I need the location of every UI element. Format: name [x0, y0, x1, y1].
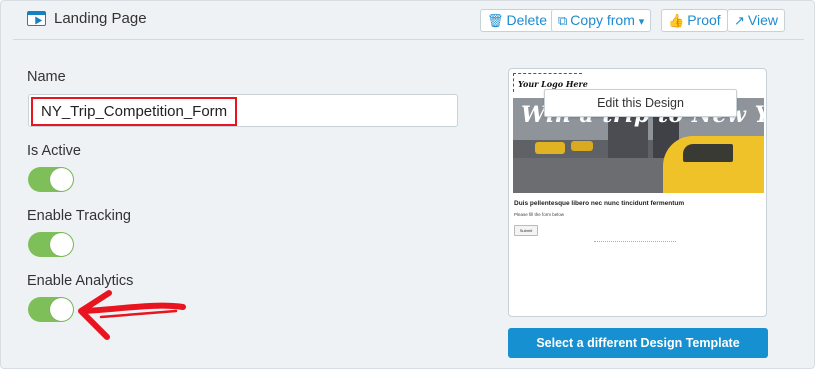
is-active-toggle[interactable]	[28, 167, 74, 192]
enable-tracking-label: Enable Tracking	[27, 208, 131, 224]
select-design-template-button[interactable]: Select a different Design Template	[508, 328, 768, 358]
preview-footer-line	[594, 241, 676, 243]
panel-header: Landing Page 🗑 Delete ⧉ Copy from ▾ 👍 Proof…	[13, 1, 804, 40]
proof-button[interactable]: 👍 Proof	[661, 9, 728, 32]
name-value-highlight: NY_Trip_Competition_Form	[31, 97, 238, 126]
delete-button[interactable]: 🗑 Delete	[480, 9, 554, 32]
enable-analytics-label: Enable Analytics	[27, 273, 134, 289]
preview-logo-text: Your Logo Here	[518, 79, 588, 89]
landing-page-icon	[27, 11, 46, 26]
copy-from-button[interactable]: ⧉ Copy from ▾	[551, 9, 652, 32]
design-preview-card: Your Logo Here Win a trip to New York! E…	[508, 68, 767, 317]
proof-label: Proof	[687, 12, 721, 28]
toggle-knob	[50, 168, 73, 191]
toggle-knob	[50, 298, 73, 321]
edit-design-button[interactable]: Edit this Design	[544, 89, 737, 117]
enable-tracking-toggle[interactable]	[28, 232, 74, 257]
copy-from-label: Copy from	[570, 12, 635, 28]
thumbs-up-icon: 👍	[668, 13, 685, 28]
toggle-knob	[50, 233, 73, 256]
panel-title: Landing Page	[54, 10, 147, 27]
preview-submit-button: Submit	[514, 225, 538, 236]
view-button[interactable]: ↗ View	[727, 9, 785, 32]
view-label: View	[747, 12, 778, 28]
external-link-icon: ↗	[734, 13, 745, 28]
trash-icon: 🗑	[487, 13, 504, 28]
copy-icon: ⧉	[558, 13, 568, 28]
name-input[interactable]: NY_Trip_Competition_Form	[28, 94, 458, 127]
landing-page-panel: Landing Page 🗑 Delete ⧉ Copy from ▾ 👍 Proof…	[0, 0, 815, 369]
red-arrow-annotation	[78, 290, 186, 340]
is-active-label: Is Active	[27, 143, 81, 159]
preview-heading: Duis pellentesque libero nec nunc tincid…	[514, 200, 685, 207]
delete-label: Delete	[506, 12, 547, 28]
name-label: Name	[27, 69, 66, 85]
enable-analytics-toggle[interactable]	[28, 297, 74, 322]
preview-text-line: Please fill the form below	[514, 212, 565, 217]
chevron-down-icon: ▾	[638, 16, 645, 28]
